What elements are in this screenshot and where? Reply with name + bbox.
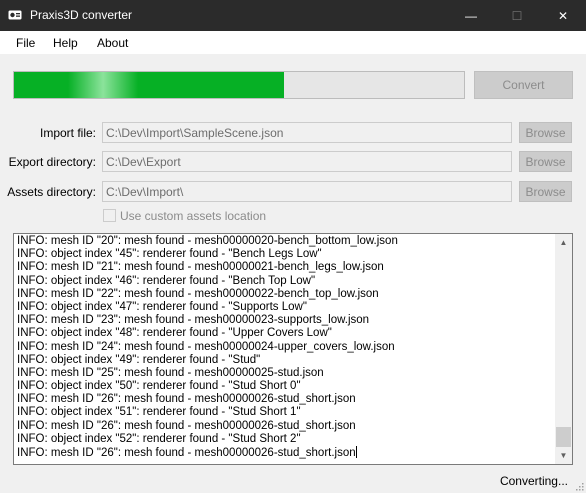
menu-about[interactable]: About bbox=[97, 36, 128, 50]
export-directory-field[interactable]: C:\Dev\Export bbox=[102, 151, 512, 172]
log-scrollbar[interactable]: ▲ ▼ bbox=[555, 234, 572, 464]
title-bar[interactable]: Praxis3D converter — ☐ ✕ bbox=[0, 0, 586, 31]
assets-directory-field[interactable]: C:\Dev\Import\ bbox=[102, 181, 512, 202]
custom-assets-checkbox-label: Use custom assets location bbox=[120, 209, 267, 223]
log-output[interactable]: INFO: mesh ID "20": mesh found - mesh000… bbox=[13, 233, 573, 465]
menu-help[interactable]: Help bbox=[53, 36, 78, 50]
browse-assets-button[interactable]: Browse bbox=[519, 181, 572, 202]
log-line: INFO: mesh ID "20": mesh found - mesh000… bbox=[17, 235, 398, 247]
export-directory-label: Export directory: bbox=[8, 155, 96, 169]
log-line: INFO: object index "51": renderer found … bbox=[17, 406, 301, 419]
maximize-button[interactable]: ☐ bbox=[494, 0, 540, 31]
scroll-down-icon[interactable]: ▼ bbox=[555, 447, 572, 464]
close-button[interactable]: ✕ bbox=[540, 0, 586, 31]
window-title: Praxis3D converter bbox=[30, 8, 133, 22]
maximize-icon: ☐ bbox=[511, 8, 523, 23]
log-line: INFO: mesh ID "24": mesh found - mesh000… bbox=[17, 340, 395, 353]
conversion-progress-bar bbox=[13, 71, 465, 99]
log-line: INFO: mesh ID "21": mesh found - mesh000… bbox=[17, 261, 384, 274]
custom-assets-checkbox[interactable] bbox=[103, 209, 116, 222]
minimize-icon: — bbox=[465, 8, 477, 23]
log-line: INFO: mesh ID "26": mesh found - mesh000… bbox=[17, 446, 357, 459]
log-line: INFO: object index "49": renderer found … bbox=[17, 353, 261, 366]
assets-directory-label: Assets directory: bbox=[7, 185, 96, 199]
convert-button[interactable]: Convert bbox=[474, 71, 573, 99]
text-caret bbox=[355, 446, 357, 458]
log-line: INFO: object index "48": renderer found … bbox=[17, 327, 332, 340]
browse-import-button[interactable]: Browse bbox=[519, 122, 572, 143]
log-line: INFO: mesh ID "22": mesh found - mesh000… bbox=[17, 287, 379, 300]
log-line: INFO: object index "46": renderer found … bbox=[17, 274, 316, 287]
scroll-up-icon[interactable]: ▲ bbox=[555, 234, 572, 251]
close-icon: ✕ bbox=[557, 8, 569, 23]
log-line: INFO: mesh ID "23": mesh found - mesh000… bbox=[17, 314, 370, 327]
status-text: Converting... bbox=[499, 474, 568, 488]
log-line: INFO: object index "47": renderer found … bbox=[17, 300, 307, 313]
progress-fill bbox=[14, 72, 284, 98]
log-line: INFO: object index "45": renderer found … bbox=[17, 248, 322, 261]
minimize-button[interactable]: — bbox=[448, 0, 494, 31]
menu-file[interactable]: File bbox=[16, 36, 35, 50]
import-file-field[interactable]: C:\Dev\Import\SampleScene.json bbox=[102, 122, 512, 143]
menu-bar: File Help About bbox=[0, 31, 586, 54]
projector-icon bbox=[8, 10, 22, 20]
browse-export-button[interactable]: Browse bbox=[519, 151, 572, 172]
log-line: INFO: mesh ID "26": mesh found - mesh000… bbox=[17, 393, 356, 406]
resize-grip-icon[interactable] bbox=[574, 481, 584, 491]
log-line: INFO: object index "50": renderer found … bbox=[17, 380, 301, 393]
log-lines: INFO: mesh ID "20": mesh found - mesh000… bbox=[17, 235, 553, 459]
scroll-thumb[interactable] bbox=[556, 427, 571, 447]
log-line: INFO: mesh ID "26": mesh found - mesh000… bbox=[17, 419, 356, 432]
import-file-label: Import file: bbox=[39, 126, 96, 140]
log-line: INFO: object index "52": renderer found … bbox=[17, 432, 301, 445]
log-line: INFO: mesh ID "25": mesh found - mesh000… bbox=[17, 366, 324, 379]
